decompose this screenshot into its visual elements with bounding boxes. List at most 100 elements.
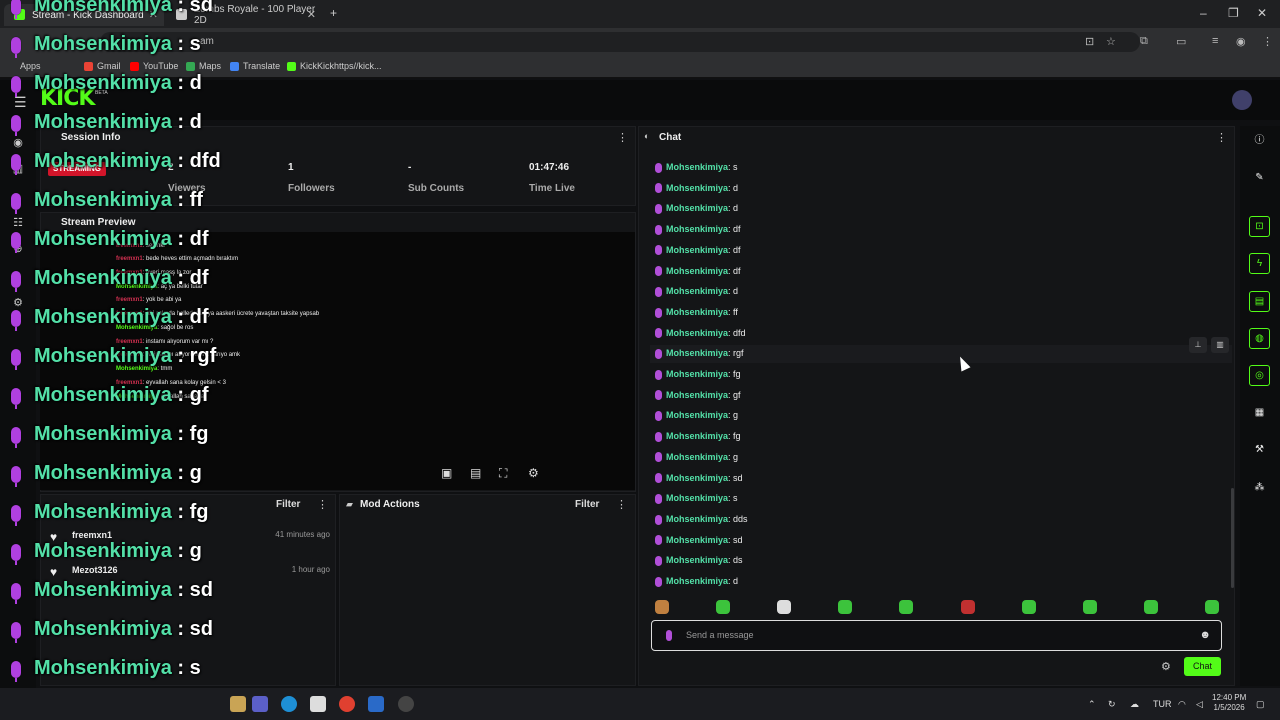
bookmark-apps[interactable]: Apps [20,61,41,71]
chat-settings-icon[interactable]: ⚙ [1161,660,1171,673]
fullscreen-icon[interactable]: ⛶ [499,466,507,481]
community-icon[interactable]: ☷ [11,216,25,230]
emoji-icon[interactable]: ☻ [1199,629,1211,641]
new-tab-icon[interactable]: + [330,6,337,20]
chat-message[interactable]: Mohsenkimiya: ff [655,307,738,321]
chat-message[interactable]: Mohsenkimiya: fg [655,431,741,445]
info-icon[interactable]: ⓘ [1249,131,1270,152]
mod-menu-icon[interactable]: ⋮ [616,498,627,511]
teams-icon[interactable] [252,696,268,712]
emote-icon[interactable] [655,600,669,614]
extensions-icon[interactable]: ⧉ [1140,35,1148,48]
followers-filter-button[interactable]: Filter [276,499,300,510]
notification-icon[interactable]: ▢ [1256,699,1265,710]
settings-icon[interactable]: ⚙ [11,296,25,310]
chat-username[interactable]: Mohsenkimiya [666,493,728,503]
bookmark-kick[interactable]: KickKickhttps//kick... [287,61,382,71]
close-tab-icon[interactable]: ✕ [307,8,316,21]
chat-username[interactable]: Mohsenkimiya [666,183,728,193]
app-icon[interactable] [368,696,384,712]
session-menu-icon[interactable]: ⋮ [617,131,628,144]
chat-message[interactable]: Mohsenkimiya: df [655,266,741,280]
chat-message[interactable]: Mohsenkimiya: ds [655,555,743,569]
emote-icon[interactable] [777,600,791,614]
chat-message[interactable]: Mohsenkimiya: sd [655,535,743,549]
mod-filter-button[interactable]: Filter [575,499,599,510]
address-bar[interactable]: am [100,32,1140,52]
chat-message[interactable]: Mohsenkimiya: fg [655,369,741,383]
theater-mode-icon[interactable]: ▣ [441,466,452,480]
language-indicator[interactable]: TUR [1153,699,1172,709]
broadcast-wave-icon[interactable]: ◎ [1249,365,1270,386]
chat-username[interactable]: Mohsenkimiya [666,535,728,545]
onedrive-icon[interactable]: ☁ [1130,699,1139,710]
chat-message[interactable]: Mohsenkimiya: d [655,576,738,590]
chat-username[interactable]: Mohsenkimiya [666,286,728,296]
chat-username[interactable]: Mohsenkimiya [666,266,728,276]
chat-username[interactable]: Mohsenkimiya [666,555,728,565]
chat-username[interactable]: Mohsenkimiya [666,245,728,255]
chat-message[interactable]: Mohsenkimiya: g [655,452,738,466]
store-icon[interactable] [310,696,326,712]
sidepanel-icon[interactable]: ▭ [1176,35,1186,48]
sync-icon[interactable]: ↻ [1108,699,1116,710]
maximize-icon[interactable]: ❐ [1228,6,1239,20]
emote-icon[interactable] [716,600,730,614]
chat-username[interactable]: Mohsenkimiya [666,452,728,462]
chat-message[interactable]: Mohsenkimiya: df [655,245,741,259]
obs-icon[interactable] [398,696,414,712]
volume-icon[interactable]: ◁ [1196,699,1203,710]
printer-icon[interactable]: ▦ [1249,403,1270,424]
chat-message[interactable]: Mohsenkimiya: gf [655,390,741,404]
chat-message[interactable]: Mohsenkimiya: dds [655,514,748,528]
file-explorer-icon[interactable] [230,696,246,712]
chat-message[interactable]: Mohsenkimiya: dfd [655,328,746,342]
chat-message[interactable]: Mohsenkimiya: g [655,410,738,424]
chat-username[interactable]: Mohsenkimiya [666,369,728,379]
chat-username[interactable]: Mohsenkimiya [666,410,728,420]
share-icon[interactable]: ⁂ [1249,478,1270,499]
clip-icon[interactable]: ⊡ [1249,216,1270,237]
chat-message[interactable]: Mohsenkimiya: s [655,493,738,507]
chat-username[interactable]: Mohsenkimiya [666,576,728,586]
chat-scrollbar[interactable] [1231,488,1234,588]
chat-username[interactable]: Mohsenkimiya [666,390,728,400]
chat-username[interactable]: Mohsenkimiya [666,328,728,338]
followers-menu-icon[interactable]: ⋮ [317,498,328,511]
chat-username[interactable]: Mohsenkimiya [666,514,728,524]
chat-username[interactable]: Mohsenkimiya [666,307,728,317]
emote-icon[interactable] [1083,600,1097,614]
delete-icon[interactable]: ▥ [1211,337,1229,353]
bookmark-maps[interactable]: Maps [186,61,221,71]
bookmark-youtube[interactable]: YouTube [130,61,178,71]
wrench-icon[interactable]: ⚒ [1249,440,1270,461]
minimize-icon[interactable]: – [1200,6,1207,20]
chat-username[interactable]: Mohsenkimiya [666,203,728,213]
chat-input-box[interactable]: Send a message ☻ [651,620,1222,651]
close-window-icon[interactable]: ✕ [1257,6,1267,20]
bookmark-gmail[interactable]: Gmail [84,61,121,71]
emote-icon[interactable] [838,600,852,614]
emote-icon[interactable] [1205,600,1219,614]
translate-icon[interactable]: ⊡ [1085,35,1094,48]
reading-list-icon[interactable]: ≡ [1212,35,1218,47]
message-icon[interactable]: ◍ [1249,328,1270,349]
send-chat-button[interactable]: Chat [1184,657,1221,676]
menu-kebab-icon[interactable]: ⋮ [1262,35,1273,48]
chat-message[interactable]: Mohsenkimiya: sd [655,473,743,487]
broadcast-icon[interactable]: ◉ [11,136,25,150]
chat-username[interactable]: Mohsenkimiya [666,224,728,234]
system-clock[interactable]: 12:40 PM 1/5/2026 [1212,693,1246,713]
preview-settings-icon[interactable]: ⚙ [528,466,539,480]
bookmark-translate[interactable]: Translate [230,61,280,71]
tray-chevron-icon[interactable]: ⌃ [1088,699,1096,710]
chrome-icon[interactable] [339,696,355,712]
chat-message[interactable]: Mohsenkimiya: d [655,183,738,197]
chat-message[interactable]: Mohsenkimiya: rgf [655,348,744,362]
edge-icon[interactable] [281,696,297,712]
lightning-icon[interactable]: ϟ [1249,253,1270,274]
chat-username[interactable]: Mohsenkimiya [666,473,728,483]
chat-username[interactable]: Mohsenkimiya [666,348,728,358]
document-icon[interactable]: ▤ [1249,291,1270,312]
chat-message[interactable]: Mohsenkimiya: d [655,286,738,300]
